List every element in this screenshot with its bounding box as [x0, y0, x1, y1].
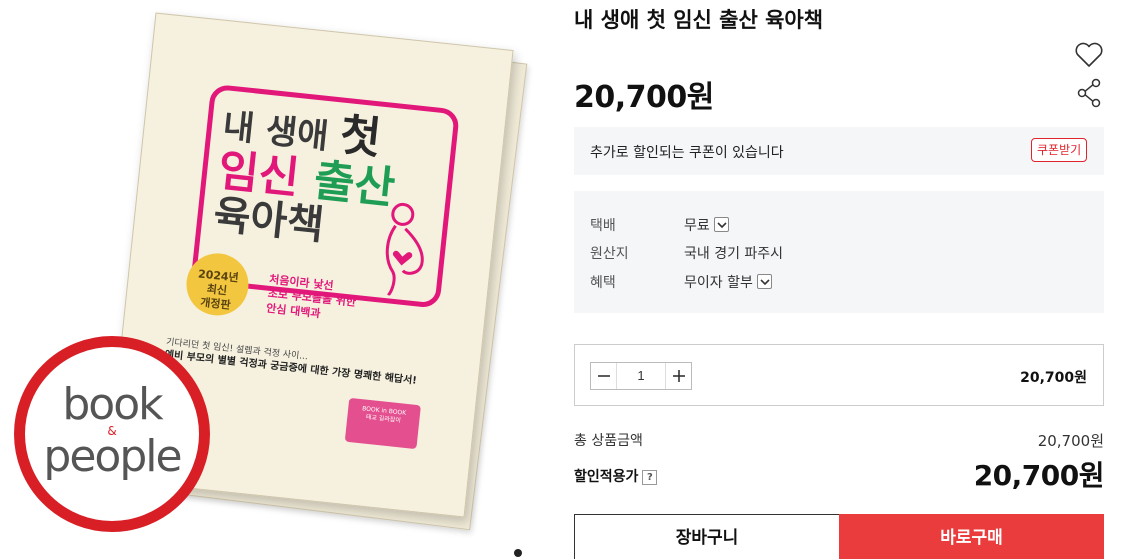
- share-icon[interactable]: [1076, 78, 1102, 108]
- benefit-dropdown-chevron-icon[interactable]: [756, 274, 772, 289]
- heart-outline-icon[interactable]: [1074, 42, 1104, 68]
- benefit-value-text: 무이자 할부: [684, 275, 753, 291]
- minus-icon[interactable]: [591, 363, 617, 389]
- cover-title-line1b: 첫: [337, 109, 384, 165]
- bookpeople-logo: book & people: [14, 336, 210, 532]
- plus-icon[interactable]: [665, 363, 691, 389]
- delivery-value-text: 무료: [684, 218, 710, 234]
- coupon-message: 추가로 할인되는 쿠폰이 있습니다: [590, 145, 784, 161]
- cover-subtitle: 처음이라 낯선 초보 부모들을 위한 안심 대백과: [265, 273, 358, 325]
- add-to-cart-button[interactable]: 장바구니: [574, 514, 840, 559]
- buy-now-button[interactable]: 바로구매: [839, 514, 1104, 559]
- total-value: 20,700원: [1037, 432, 1104, 450]
- logo-word-people: people: [43, 431, 182, 482]
- discount-label: 할인적용가: [574, 469, 639, 485]
- cover-sticker: BOOK in BOOK 태교 길라잡이: [344, 397, 421, 450]
- pregnant-mother-icon: [385, 202, 424, 297]
- quantity-row: 20,700원: [574, 344, 1104, 406]
- carousel-dot[interactable]: [514, 549, 522, 557]
- coupon-notice: 추가로 할인되는 쿠폰이 있습니다 쿠폰받기: [574, 127, 1104, 175]
- help-icon[interactable]: ?: [642, 470, 658, 485]
- info-label-origin: 원산지: [590, 246, 629, 262]
- logo-word-book: book: [62, 379, 163, 430]
- get-coupon-button[interactable]: 쿠폰받기: [1031, 138, 1088, 162]
- product-image[interactable]: 내 생애 첫 임신 출산 육아책 2024년 최신 개정판 처음이라 낯선 초보…: [0, 0, 540, 559]
- final-price: 20,700원: [973, 459, 1105, 492]
- discount-label-group: 할인적용가?: [574, 466, 658, 486]
- info-label-delivery: 택배: [590, 218, 616, 234]
- total-label: 총 상품금액: [574, 433, 643, 449]
- info-value-delivery: 무료: [684, 215, 729, 235]
- info-value-origin: 국내 경기 파주시: [684, 246, 784, 262]
- quantity-stepper: [590, 362, 692, 390]
- shipping-info: 택배 무료 원산지 국내 경기 파주시 혜택 무이자 할부: [574, 191, 1104, 313]
- line-item-price: 20,700원: [1020, 370, 1087, 386]
- product-title: 내 생애 첫 임신 출산 육아책: [574, 8, 824, 32]
- info-label-benefit: 혜택: [590, 275, 616, 291]
- info-value-benefit: 무이자 할부: [684, 272, 772, 292]
- quantity-input[interactable]: [617, 363, 665, 389]
- product-price: 20,700원: [574, 80, 714, 115]
- cover-tagline: 기다리던 첫 임신! 설렘과 걱정 사이... 예비 부모의 별별 걱정과 궁금…: [164, 336, 445, 391]
- delivery-dropdown-chevron-icon[interactable]: [713, 217, 729, 232]
